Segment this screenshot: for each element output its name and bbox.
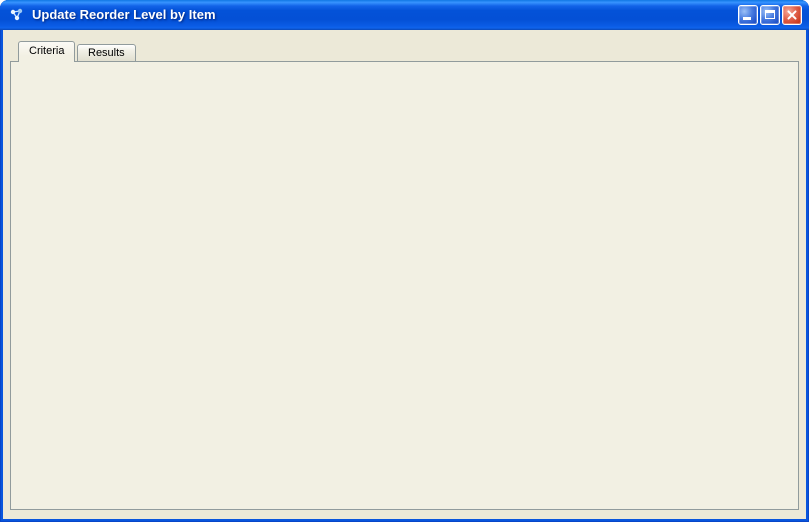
maximize-icon (765, 10, 775, 19)
close-icon (783, 6, 801, 24)
maximize-button[interactable] (760, 5, 780, 25)
minimize-button[interactable] (738, 5, 758, 25)
window-title: Update Reorder Level by Item (32, 0, 216, 30)
criteria-panel (10, 61, 799, 510)
tab-results[interactable]: Results (77, 44, 136, 62)
titlebar[interactable]: Update Reorder Level by Item (0, 0, 809, 30)
close-button[interactable] (782, 5, 802, 25)
window: Update Reorder Level by Item Results Cri… (0, 0, 809, 522)
minimize-icon (743, 17, 751, 20)
tab-criteria[interactable]: Criteria (18, 41, 75, 62)
app-icon[interactable] (9, 7, 25, 23)
